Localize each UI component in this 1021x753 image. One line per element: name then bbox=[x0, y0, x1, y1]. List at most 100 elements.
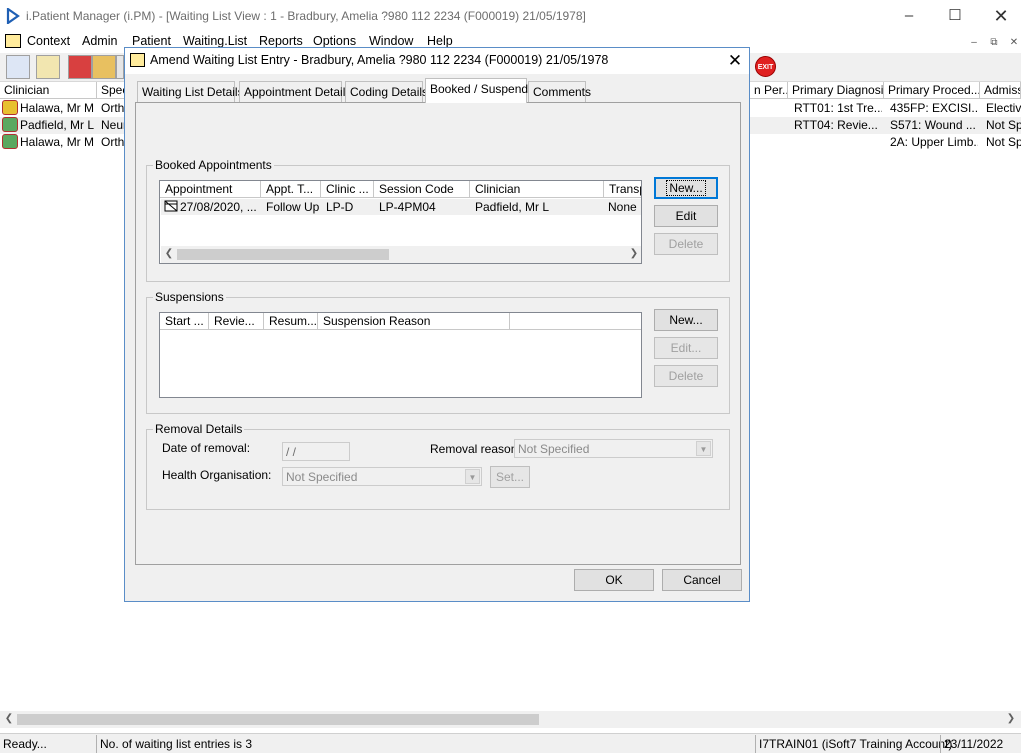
column-header-resume[interactable]: Resum... bbox=[264, 313, 318, 330]
column-header-clinic[interactable]: Clinic ... bbox=[321, 181, 374, 198]
menu-window[interactable]: Window bbox=[369, 34, 413, 48]
mdi-restore-icon[interactable]: ⧉ bbox=[986, 36, 1002, 50]
column-header-primary-diagnosis[interactable]: Primary Diagnosis bbox=[788, 82, 884, 99]
session-code-cell: LP-4PM04 bbox=[379, 200, 436, 214]
book-icon[interactable] bbox=[68, 55, 92, 79]
priority-icon bbox=[2, 100, 18, 115]
menu-options[interactable]: Options bbox=[313, 34, 356, 48]
cancel-button[interactable]: Cancel bbox=[662, 569, 742, 591]
tab-appointment-details[interactable]: Appointment Details bbox=[239, 81, 351, 102]
health-organisation-label: Health Organisation: bbox=[162, 468, 272, 482]
scroll-right-icon[interactable]: ❯ bbox=[628, 248, 640, 260]
column-header-period[interactable]: n Per... bbox=[750, 82, 788, 99]
status-account: I7TRAIN01 (iSoft7 Training Account) bbox=[755, 735, 952, 753]
table-row-diagnosis[interactable]: RTT01: 1st Tre... bbox=[794, 101, 882, 115]
table-row-specialty[interactable]: Ortho bbox=[101, 101, 125, 115]
table-row-procedure[interactable]: 2A: Upper Limb... bbox=[890, 135, 978, 149]
tab-panel: Booked Appointments Appointment Appt. T.… bbox=[135, 102, 741, 565]
table-row-specialty[interactable]: Neur bbox=[101, 118, 125, 132]
status-date: 23/11/2022 bbox=[940, 735, 1008, 753]
date-of-removal-field[interactable]: / / bbox=[282, 442, 350, 461]
mdi-minimize-icon[interactable]: – bbox=[966, 36, 982, 50]
table-row-specialty[interactable]: Ortho bbox=[101, 135, 125, 149]
column-header-start[interactable]: Start ... bbox=[160, 313, 209, 330]
mdi-close-icon[interactable]: ✕ bbox=[1006, 36, 1021, 50]
new-appointment-label: New... bbox=[666, 180, 706, 196]
printer-icon[interactable] bbox=[36, 55, 60, 79]
booked-appointments-list[interactable]: Appointment Appt. T... Clinic ... Sessio… bbox=[159, 180, 642, 264]
close-icon[interactable]: ✕ bbox=[978, 4, 1021, 28]
scrollbar-thumb[interactable] bbox=[177, 249, 389, 260]
table-row-clinician[interactable]: Halawa, Mr M bbox=[20, 101, 94, 115]
scroll-left-icon[interactable]: ❮ bbox=[3, 713, 15, 725]
menu-waiting-list[interactable]: Waiting.List bbox=[183, 34, 247, 48]
priority-icon bbox=[2, 134, 18, 149]
scroll-right-icon[interactable]: ❯ bbox=[1005, 713, 1017, 725]
column-header-appointment[interactable]: Appointment bbox=[160, 181, 261, 198]
menu-help[interactable]: Help bbox=[427, 34, 453, 48]
delete-suspension-button[interactable]: Delete bbox=[654, 365, 718, 387]
table-row-procedure[interactable]: 435FP: EXCISI... bbox=[890, 101, 978, 115]
column-header-session-code[interactable]: Session Code bbox=[374, 181, 470, 198]
menu-admin[interactable]: Admin bbox=[82, 34, 117, 48]
table-row-procedure[interactable]: S571: Wound ... bbox=[890, 118, 978, 132]
transport-cell: None bbox=[608, 200, 637, 214]
column-header-specialty[interactable]: Spec bbox=[97, 82, 127, 99]
exit-button[interactable]: EXIT bbox=[755, 56, 776, 77]
column-header-clinician[interactable]: Clinician bbox=[470, 181, 604, 198]
health-organisation-select[interactable]: Not Specified ▼ bbox=[282, 467, 482, 486]
main-horizontal-scrollbar[interactable]: ❮ ❯ bbox=[0, 711, 1021, 728]
edit-appointment-button[interactable]: Edit bbox=[654, 205, 718, 227]
booked-horizontal-scrollbar[interactable]: ❮ ❯ bbox=[161, 246, 641, 263]
edit-suspension-button[interactable]: Edit... bbox=[654, 337, 718, 359]
app-logo-icon bbox=[6, 8, 20, 24]
removal-reason-value: Not Specified bbox=[518, 442, 590, 456]
column-header-primary-procedure[interactable]: Primary Proced... bbox=[884, 82, 980, 99]
tab-coding-details[interactable]: Coding Details bbox=[345, 81, 428, 102]
document-icon bbox=[130, 53, 145, 67]
new-appointment-button[interactable]: New... bbox=[654, 177, 718, 199]
ok-button[interactable]: OK bbox=[574, 569, 654, 591]
menu-patient[interactable]: Patient bbox=[132, 34, 171, 48]
minimize-icon[interactable]: – bbox=[886, 4, 932, 28]
table-row-diagnosis[interactable]: RTT04: Revie... bbox=[794, 118, 882, 132]
column-header-suspension-reason[interactable]: Suspension Reason bbox=[318, 313, 510, 330]
removal-reason-select[interactable]: Not Specified ▼ bbox=[514, 439, 713, 458]
chevron-down-icon[interactable]: ▼ bbox=[465, 469, 480, 484]
column-header-clinician[interactable]: Clinician bbox=[0, 82, 97, 99]
dialog-close-icon[interactable]: ✕ bbox=[723, 50, 747, 72]
table-row-admission[interactable]: Elective bbox=[986, 101, 1021, 115]
health-organisation-value: Not Specified bbox=[286, 470, 358, 484]
table-row-clinician[interactable]: Halawa, Mr M bbox=[20, 135, 94, 149]
edit-document-icon[interactable] bbox=[92, 55, 116, 79]
new-suspension-button[interactable]: New... bbox=[654, 309, 718, 331]
clinician-cell: Padfield, Mr L bbox=[475, 200, 550, 214]
toolbar-button-icon[interactable] bbox=[116, 55, 124, 79]
chevron-down-icon[interactable]: ▼ bbox=[696, 441, 711, 456]
scroll-left-icon[interactable]: ❮ bbox=[163, 248, 175, 260]
table-row-clinician[interactable]: Padfield, Mr L bbox=[20, 118, 94, 132]
column-header-blank[interactable] bbox=[510, 313, 641, 330]
status-message: No. of waiting list entries is 3 bbox=[96, 735, 754, 753]
menu-reports[interactable]: Reports bbox=[259, 34, 303, 48]
column-header-appt-type[interactable]: Appt. T... bbox=[261, 181, 321, 198]
tab-booked-suspend[interactable]: Booked / Suspend bbox=[425, 78, 528, 103]
booked-appointments-legend: Booked Appointments bbox=[155, 158, 272, 172]
maximize-icon[interactable]: ☐ bbox=[932, 4, 978, 28]
table-row-admission[interactable]: Not Spe bbox=[986, 118, 1021, 132]
menu-context[interactable]: Context bbox=[27, 34, 70, 48]
table-row-admission[interactable]: Not Spe bbox=[986, 135, 1021, 149]
removal-reason-label: Removal reason: bbox=[430, 442, 521, 456]
column-header-admission[interactable]: Admissi bbox=[980, 82, 1021, 99]
document-menu-icon[interactable] bbox=[5, 34, 21, 48]
appt-type-cell: Follow Up bbox=[266, 200, 320, 214]
tab-waiting-list-details[interactable]: Waiting List Details bbox=[137, 81, 244, 102]
scrollbar-thumb[interactable] bbox=[17, 714, 539, 725]
patient-icon[interactable] bbox=[6, 55, 30, 79]
suspensions-list[interactable]: Start ... Revie... Resum... Suspension R… bbox=[159, 312, 642, 398]
column-header-review[interactable]: Revie... bbox=[209, 313, 264, 330]
tab-comments[interactable]: Comments bbox=[528, 81, 591, 102]
column-header-transport[interactable]: Transp bbox=[604, 181, 641, 198]
delete-appointment-button[interactable]: Delete bbox=[654, 233, 718, 255]
set-organisation-button[interactable]: Set... bbox=[490, 466, 530, 488]
